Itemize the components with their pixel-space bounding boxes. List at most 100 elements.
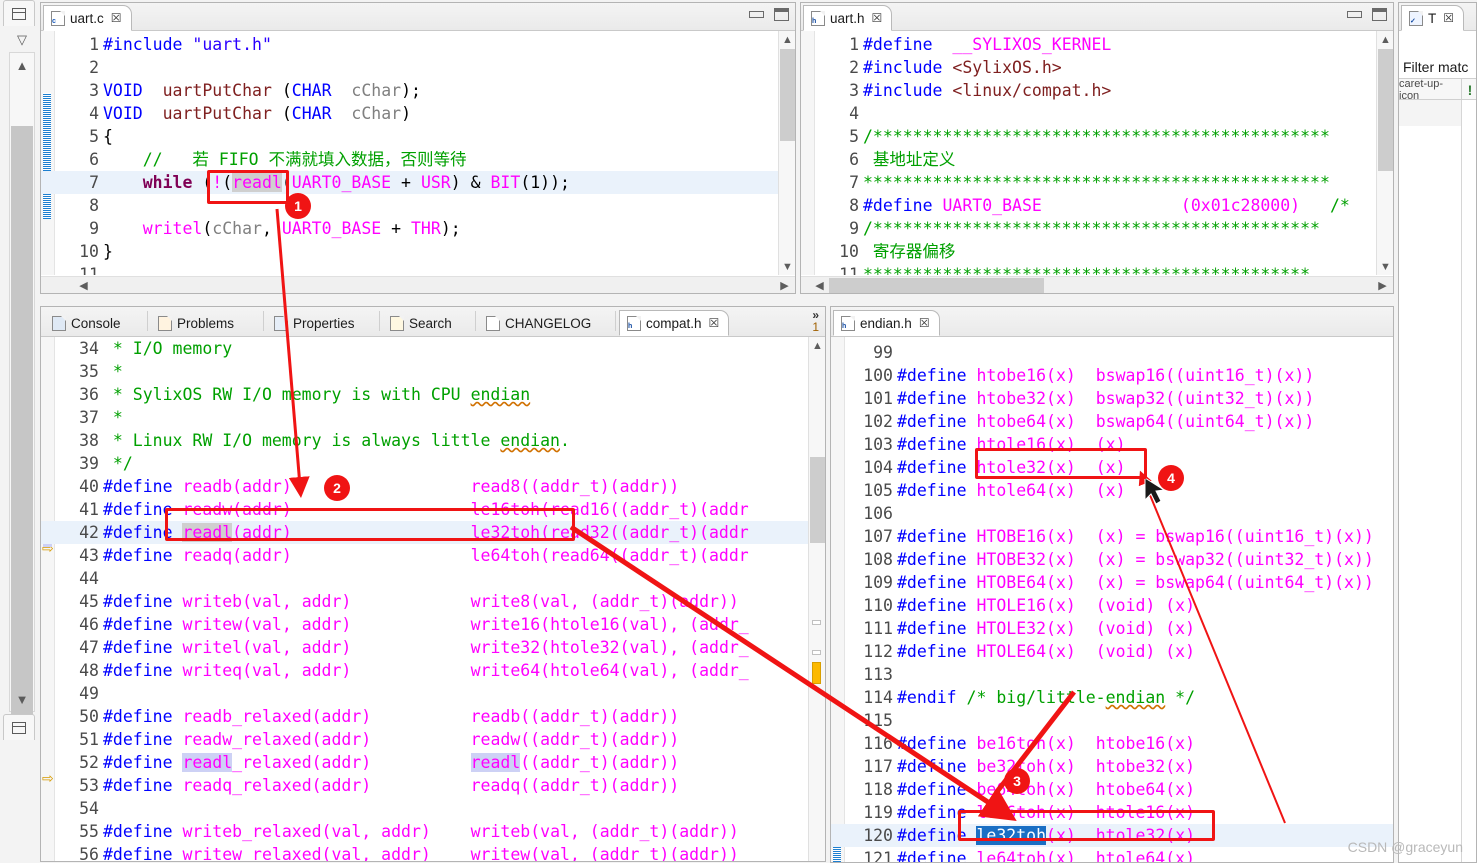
editor-hscrollbar-uart-c[interactable]: ◀ ▶ xyxy=(41,276,795,293)
code-line[interactable]: 44 xyxy=(41,567,825,590)
rail-restore-top-button[interactable] xyxy=(3,0,35,26)
code-area-uart-h[interactable]: 1 #define __SYLIXOS_KERNEL 2 #include <Syli… xyxy=(801,31,1393,275)
code-line[interactable]: 8 #define UART0_BASE (0x01c28000) /* xyxy=(801,194,1393,217)
code-line[interactable]: 46 #define writew(val, addr) write16(htol… xyxy=(41,613,825,636)
editor-vscrollbar-uart-h[interactable]: ▲ ▼ xyxy=(1376,31,1393,275)
code-line[interactable]: 9 writel(cChar, UART0_BASE + THR); xyxy=(41,217,795,240)
code-line[interactable]: 121 #define le64toh(x) htole64(x) xyxy=(831,847,1393,862)
tab-properties[interactable]: Properties xyxy=(267,310,364,336)
code-line[interactable]: 114 #endif /* big/little-endian */ xyxy=(831,686,1393,709)
code-line[interactable]: 115 xyxy=(831,709,1393,732)
code-line[interactable]: 3 #include <linux/compat.h> xyxy=(801,79,1393,102)
code-line[interactable]: 47 #define writel(val, addr) write32(htol… xyxy=(41,636,825,659)
maximize-icon[interactable] xyxy=(1372,8,1387,21)
code-line[interactable]: 116 #define be16toh(x) htobe16(x) xyxy=(831,732,1393,755)
tab-uart-h[interactable]: h uart.h ☒ xyxy=(803,5,893,31)
scroll-up-icon[interactable]: ▲ xyxy=(809,337,825,354)
code-line[interactable]: 39 */ xyxy=(41,452,825,475)
code-line[interactable]: 7 while (!(readl(UART0_BASE + USR) & BIT… xyxy=(41,171,795,194)
tasks-sort-column-header[interactable]: caret-up-icon xyxy=(1399,78,1461,102)
vscrollbar-thumb[interactable] xyxy=(810,457,825,543)
code-line[interactable]: 37 * xyxy=(41,406,825,429)
code-line[interactable]: 6 // 若 FIFO 不满就填入数据，否则等待 xyxy=(41,148,795,171)
code-line[interactable]: 1 #include "uart.h" xyxy=(41,33,795,56)
code-line[interactable]: 48 #define writeq(val, addr) write64(htol… xyxy=(41,659,825,682)
scroll-left-icon[interactable]: ◀ xyxy=(811,277,828,294)
code-line[interactable]: 111 #define HTOLE32(x) (void) (x) xyxy=(831,617,1393,640)
code-line[interactable]: 8 xyxy=(41,194,795,217)
code-line[interactable]: 50 #define readb_relaxed(addr) readb((add… xyxy=(41,705,825,728)
code-line[interactable]: 10 寄存器偏移 xyxy=(801,240,1393,263)
code-line[interactable]: 52 #define readl_relaxed(addr) readl((add… xyxy=(41,751,825,774)
minimize-icon[interactable] xyxy=(749,11,764,18)
close-icon[interactable]: ☒ xyxy=(872,11,883,25)
code-line[interactable]: 43 #define readq(addr) le64toh(read64((ad… xyxy=(41,544,825,567)
code-line[interactable]: 35 * xyxy=(41,360,825,383)
code-line[interactable]: 6 基地址定义 xyxy=(801,148,1393,171)
tasks-table-body[interactable] xyxy=(1399,100,1476,862)
rail-restore-bottom-button[interactable] xyxy=(3,714,35,740)
vscrollbar-thumb[interactable] xyxy=(1378,49,1393,171)
code-line[interactable]: 38 * Linux RW I/O memory is always littl… xyxy=(41,429,825,452)
code-line[interactable]: 4 xyxy=(801,102,1393,125)
tab-overflow-button[interactable]: » 1 xyxy=(812,309,819,333)
scroll-down-icon[interactable]: ▼ xyxy=(779,258,795,275)
code-line[interactable]: 2 xyxy=(41,56,795,79)
code-line[interactable]: 55 #define writeb_relaxed(val, addr) writ… xyxy=(41,820,825,843)
editor-vscrollbar-uart-c[interactable]: ▲ ▼ xyxy=(778,31,795,275)
code-line[interactable]: 105 #define htole64(x) (x) xyxy=(831,479,1393,502)
scroll-up-icon[interactable]: ▲ xyxy=(779,31,795,48)
code-line[interactable]: 7 ***************************************… xyxy=(801,171,1393,194)
rail-scrollbar-thumb[interactable] xyxy=(11,126,33,720)
scroll-right-icon[interactable]: ▶ xyxy=(1374,277,1391,294)
close-icon[interactable]: ☒ xyxy=(111,11,122,25)
hscrollbar-thumb[interactable] xyxy=(829,278,1044,293)
rail-scroll-down-icon[interactable]: ▼ xyxy=(9,688,35,710)
code-line[interactable]: 113 xyxy=(831,663,1393,686)
code-line[interactable]: 102 #define htobe64(x) bswap64((uint64_t)… xyxy=(831,410,1393,433)
code-line[interactable]: 54 xyxy=(41,797,825,820)
vscrollbar-thumb[interactable] xyxy=(780,49,795,141)
code-line[interactable]: 5/**************************************… xyxy=(801,125,1393,148)
tab-search[interactable]: Search xyxy=(383,310,461,336)
code-line[interactable]: 9/**************************************… xyxy=(801,217,1393,240)
tab-endian-h[interactable]: h endian.h ☒ xyxy=(833,310,940,336)
code-line[interactable]: 117 #define be32toh(x) htobe32(x) xyxy=(831,755,1393,778)
code-line[interactable]: 99 xyxy=(831,341,1393,364)
code-line[interactable]: 108 #define HTOBE32(x) (x) = bswap32((uin… xyxy=(831,548,1393,571)
scroll-right-icon[interactable]: ▶ xyxy=(776,277,793,294)
code-area-endian-h[interactable]: 99 100 #define htobe16(x) bswap16((uint16_… xyxy=(831,337,1393,862)
rail-scroll-up-icon[interactable]: ▲ xyxy=(9,54,35,76)
code-area-uart-c[interactable]: ⇨ 1#include "uart.h"23VOID uartPutChar (… xyxy=(41,31,795,275)
scroll-up-icon[interactable]: ▲ xyxy=(1377,31,1393,48)
scroll-down-icon[interactable]: ▼ xyxy=(1377,258,1393,275)
code-line[interactable]: 106 xyxy=(831,502,1393,525)
code-line[interactable]: 40 #define readb(addr) read8((addr_t)(add… xyxy=(41,475,825,498)
code-area-compat-h[interactable]: ⇨ ⇨ 34 * I/O memory 35 * 36 * SylixOS RW I… xyxy=(41,337,825,861)
code-line[interactable]: 107 #define HTOBE16(x) (x) = bswap16((uin… xyxy=(831,525,1393,548)
tab-changelog[interactable]: CHANGELOG xyxy=(479,310,600,336)
code-line[interactable]: 51 #define readw_relaxed(addr) readw((add… xyxy=(41,728,825,751)
scroll-left-icon[interactable]: ◀ xyxy=(75,277,92,294)
code-line[interactable]: 112 #define HTOLE64(x) (void) (x) xyxy=(831,640,1393,663)
close-icon[interactable]: ☒ xyxy=(709,316,720,330)
code-line[interactable]: 2 #include <SylixOS.h> xyxy=(801,56,1393,79)
code-line[interactable]: 36 * SylixOS RW I/O memory is with CPU e… xyxy=(41,383,825,406)
minimize-icon[interactable] xyxy=(1347,11,1362,18)
tab-console[interactable]: Console xyxy=(45,310,130,336)
editor-vscrollbar-compat-h[interactable]: ▲ xyxy=(808,337,825,861)
maximize-icon[interactable] xyxy=(774,8,789,21)
code-line[interactable]: 56 #define writew_relaxed(val, addr) writ… xyxy=(41,843,825,861)
tab-uart-c[interactable]: c uart.c ☒ xyxy=(43,5,132,31)
code-line[interactable]: 1 #define __SYLIXOS_KERNEL xyxy=(801,33,1393,56)
code-line[interactable]: 4 VOID uartPutChar (CHAR cChar) xyxy=(41,102,795,125)
code-line[interactable]: 11 **************************************… xyxy=(801,263,1393,275)
code-line[interactable]: 3 VOID uartPutChar (CHAR cChar); xyxy=(41,79,795,102)
code-line[interactable]: 10} xyxy=(41,240,795,263)
code-line[interactable]: 110 #define HTOLE16(x) (void) (x) xyxy=(831,594,1393,617)
code-line[interactable]: 45 #define writeb(val, addr) write8(val, … xyxy=(41,590,825,613)
code-line[interactable]: 34 * I/O memory xyxy=(41,337,825,360)
code-line[interactable]: 118#define be64toh(x) htobe64(x) xyxy=(831,778,1393,801)
code-line[interactable]: 11 xyxy=(41,263,795,275)
code-line[interactable]: 53 #define readq_relaxed(addr) readq((add… xyxy=(41,774,825,797)
